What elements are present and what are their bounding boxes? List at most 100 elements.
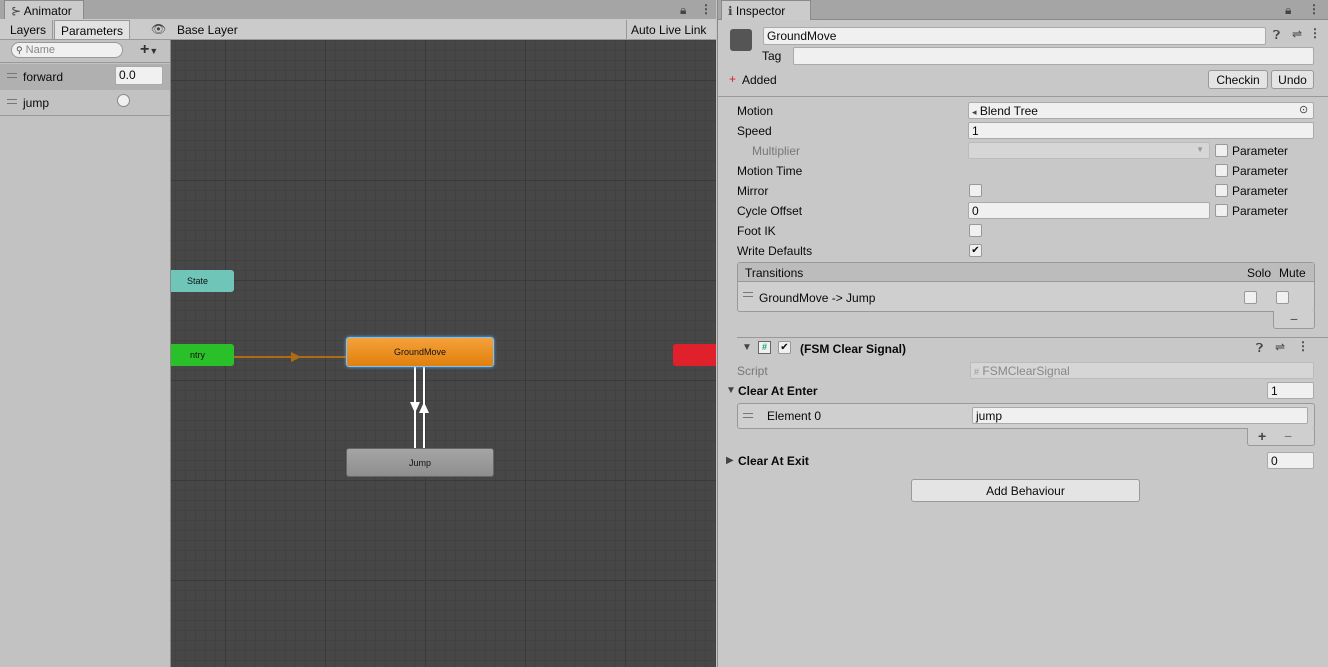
- tab-parameters-label: Parameters: [61, 24, 124, 38]
- breadcrumb-label: Base Layer: [177, 23, 238, 37]
- eye-icon[interactable]: 👁︎: [151, 22, 166, 36]
- tab-layers[interactable]: Layers: [4, 20, 54, 40]
- clear-at-enter-label: Clear At Enter: [738, 384, 818, 398]
- speed-field[interactable]: 1: [968, 122, 1314, 139]
- add-element-button[interactable]: +: [1258, 428, 1266, 444]
- lock-icon[interactable]: 🔒︎: [680, 3, 686, 18]
- jump-node[interactable]: Jump: [346, 448, 494, 477]
- transitions-header-label: Transitions: [745, 266, 804, 280]
- remove-element-button[interactable]: −: [1284, 428, 1292, 444]
- cycle-offset-field[interactable]: 0: [968, 202, 1210, 219]
- auto-live-link-label: Auto Live Link: [631, 23, 707, 37]
- cycle-offset-parameter-checkbox[interactable]: [1215, 204, 1228, 217]
- parameter-name: jump: [23, 96, 50, 110]
- drag-handle-icon[interactable]: [7, 99, 17, 104]
- help-icon[interactable]: ❓︎: [1273, 28, 1280, 43]
- add-behaviour-button[interactable]: Add Behaviour: [911, 479, 1140, 502]
- solo-label: Solo: [1247, 266, 1272, 280]
- undo-button[interactable]: Undo: [1271, 70, 1314, 89]
- divider: [737, 337, 1328, 338]
- multiplier-label: Multiplier: [752, 144, 801, 158]
- object-name-field[interactable]: GroundMove: [763, 27, 1266, 45]
- drag-handle-icon[interactable]: [743, 413, 753, 418]
- add-behaviour-label: Add Behaviour: [986, 484, 1065, 498]
- exit-node[interactable]: [673, 344, 716, 366]
- script-field: # FSMClearSignal: [970, 362, 1314, 379]
- tag-field[interactable]: [793, 47, 1314, 65]
- drag-handle-icon[interactable]: [743, 292, 753, 297]
- chevron-down-icon: ▼: [149, 46, 159, 56]
- component-menu-icon[interactable]: ⋮: [1297, 339, 1309, 353]
- remove-transition-button[interactable]: −: [1273, 311, 1315, 329]
- drag-handle-icon[interactable]: [7, 73, 17, 78]
- info-icon: ℹ: [728, 4, 733, 18]
- element-field[interactable]: jump: [972, 407, 1308, 424]
- parameter-label: Parameter: [1232, 144, 1289, 158]
- motion-time-parameter-checkbox[interactable]: [1215, 164, 1228, 177]
- foldout-arrow-icon[interactable]: ▶: [726, 455, 734, 466]
- foldout-arrow-icon[interactable]: ▼: [726, 385, 736, 396]
- mirror-parameter-checkbox[interactable]: [1215, 184, 1228, 197]
- animator-tab[interactable]: ⊱ Animator: [4, 0, 84, 20]
- search-input[interactable]: ⚲ Name: [11, 42, 123, 58]
- animator-tab-label: Animator: [23, 4, 72, 18]
- add-parameter-button[interactable]: +▼: [140, 41, 158, 59]
- parameter-value: 0.0: [119, 68, 136, 82]
- entry-node[interactable]: ntry: [171, 344, 234, 366]
- motion-value: Blend Tree: [979, 104, 1038, 118]
- help-icon[interactable]: ❓︎: [1256, 341, 1263, 356]
- mute-label: Mute: [1279, 266, 1306, 280]
- foot-ik-checkbox[interactable]: [969, 224, 982, 237]
- mute-checkbox[interactable]: [1276, 291, 1289, 304]
- multiplier-dropdown[interactable]: ▼: [968, 142, 1210, 159]
- node-label: GroundMove: [393, 347, 447, 357]
- divider: [0, 115, 170, 116]
- tab-layers-label: Layers: [10, 23, 47, 37]
- solo-checkbox[interactable]: [1244, 291, 1257, 304]
- checkin-button[interactable]: Checkin: [1208, 70, 1268, 89]
- tab-parameters[interactable]: Parameters: [54, 20, 131, 40]
- parameter-float-field[interactable]: 0.0: [115, 66, 163, 85]
- clear-at-enter-size-field[interactable]: 1: [1267, 382, 1314, 399]
- foot-ik-label: Foot IK: [737, 224, 776, 238]
- transition-label: GroundMove -> Jump: [759, 291, 876, 305]
- inspector-window: ℹ Inspector 🔒︎ ⋮ GroundMove ❓︎ ⇌ ⋮ Tag +…: [717, 0, 1328, 667]
- transition-row[interactable]: GroundMove -> Jump: [738, 283, 1314, 311]
- animator-tabbar: [0, 0, 716, 20]
- presets-icon[interactable]: ⇌: [1275, 340, 1285, 354]
- any-state-node[interactable]: State: [171, 270, 234, 292]
- inspector-tab[interactable]: ℹ Inspector: [721, 0, 811, 20]
- component-title: (FSM Clear Signal): [800, 342, 907, 356]
- groundmove-node[interactable]: GroundMove: [346, 337, 494, 367]
- breadcrumb[interactable]: Base Layer: [171, 20, 256, 40]
- clear-at-exit-size-field[interactable]: 0: [1267, 452, 1314, 469]
- script-file-icon: #: [974, 367, 980, 377]
- foldout-arrow-icon[interactable]: ▼: [742, 342, 752, 353]
- motion-field[interactable]: ◂ Blend Tree: [968, 102, 1314, 119]
- state-machine-graph[interactable]: State ntry GroundMove Jump: [171, 40, 716, 667]
- element-label: Element 0: [767, 409, 822, 423]
- trigger-radio[interactable]: [117, 94, 130, 107]
- menu-kebab-icon[interactable]: ⋮: [700, 2, 712, 16]
- arrow-down-icon: [410, 402, 420, 413]
- component-menu-icon[interactable]: ⋮: [1309, 26, 1321, 40]
- parameter-row-forward[interactable]: forward 0.0: [0, 64, 170, 90]
- lock-icon[interactable]: 🔒︎: [1285, 3, 1291, 18]
- chevron-down-icon: ▼: [1196, 145, 1204, 154]
- object-picker-icon[interactable]: ⊙: [1299, 103, 1308, 116]
- component-enabled-checkbox[interactable]: ✔: [778, 341, 791, 354]
- write-defaults-label: Write Defaults: [737, 244, 813, 258]
- mirror-checkbox[interactable]: [969, 184, 982, 197]
- clear-at-exit-size: 0: [1271, 454, 1278, 468]
- presets-icon[interactable]: ⇌: [1292, 27, 1302, 41]
- script-label: Script: [737, 364, 768, 378]
- parameter-row-jump[interactable]: jump: [0, 90, 170, 116]
- auto-live-link-button[interactable]: Auto Live Link: [626, 20, 716, 40]
- write-defaults-checkbox[interactable]: ✔: [969, 244, 982, 257]
- menu-kebab-icon[interactable]: ⋮: [1308, 2, 1320, 16]
- parameter-label: Parameter: [1232, 164, 1289, 178]
- multiplier-parameter-checkbox[interactable]: [1215, 144, 1228, 157]
- element-value: jump: [976, 409, 1003, 423]
- search-placeholder: Name: [25, 44, 55, 56]
- cycle-offset-value: 0: [972, 204, 979, 218]
